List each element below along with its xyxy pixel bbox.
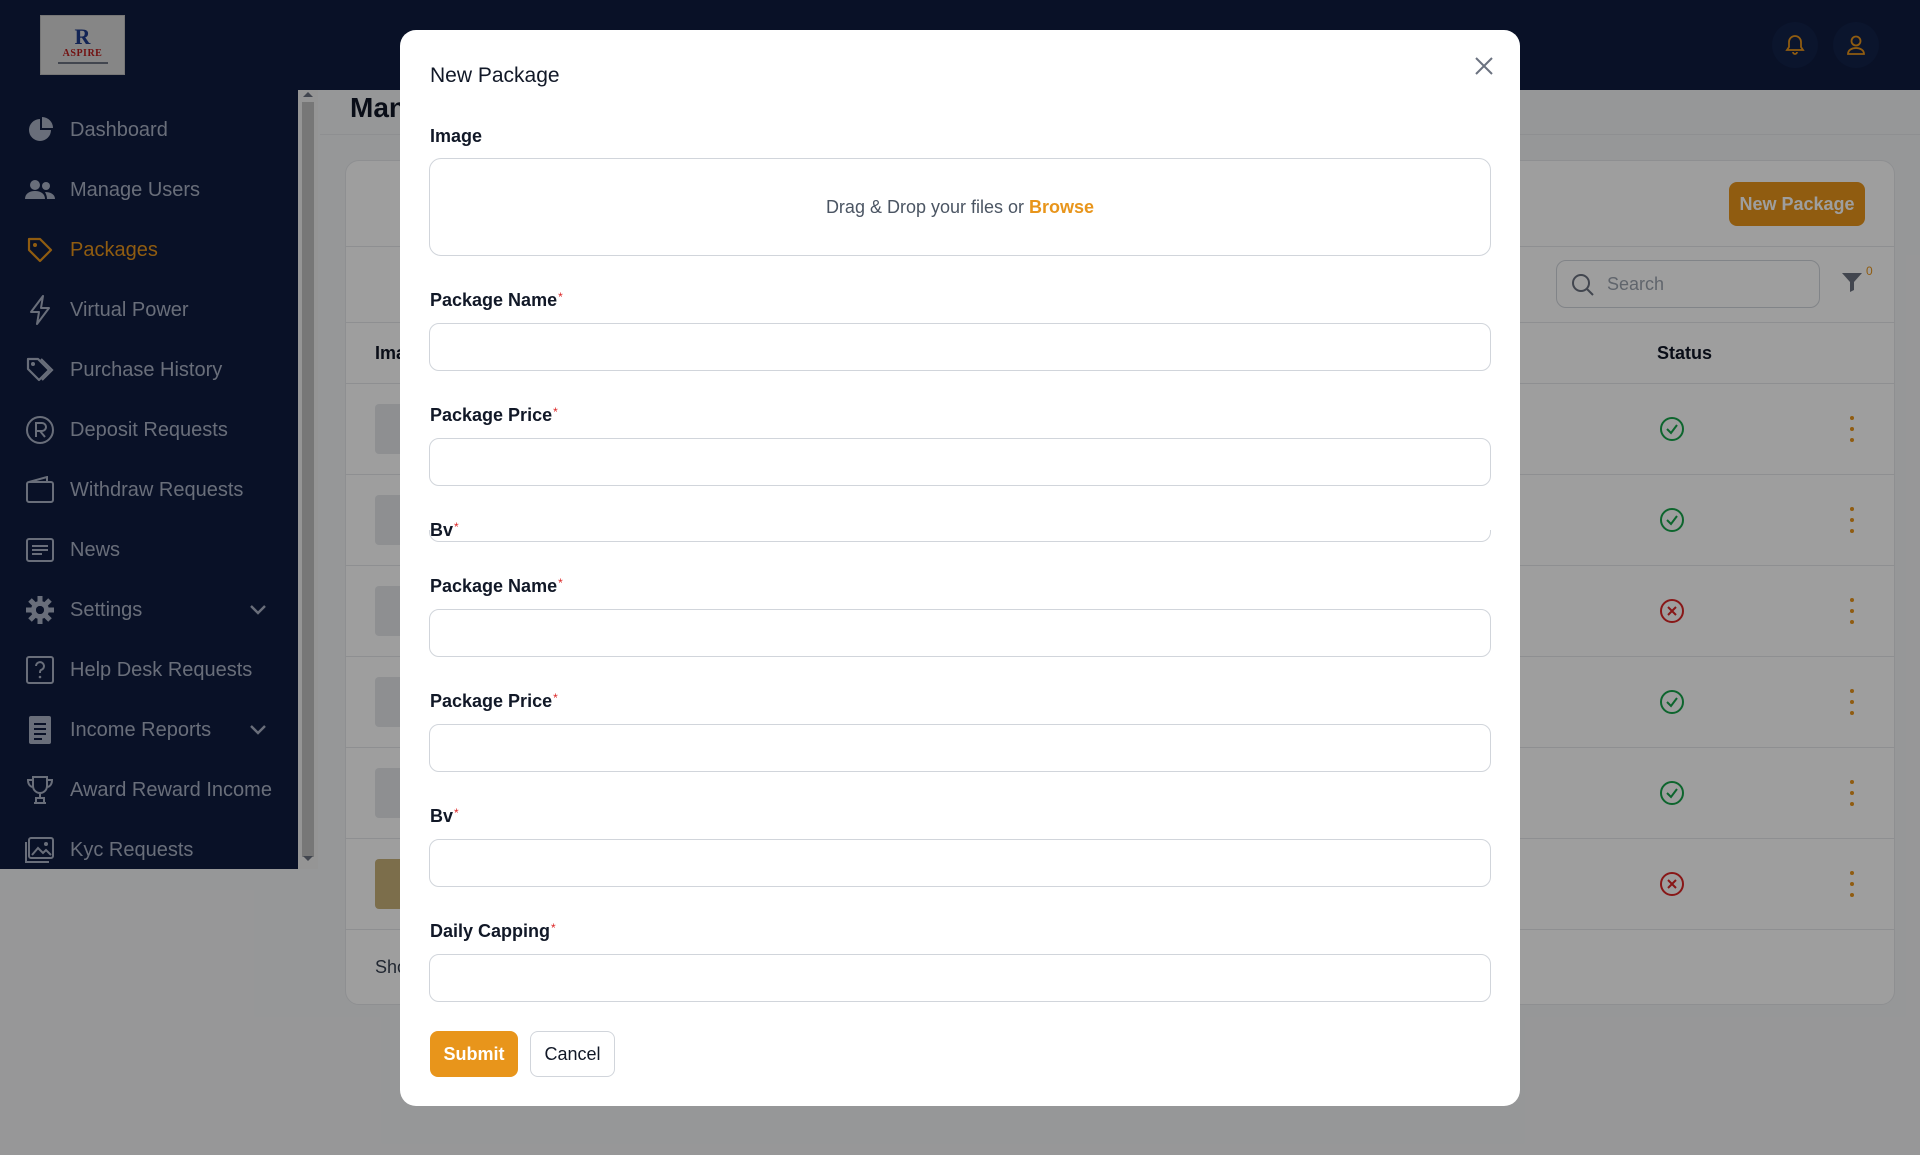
field-label-text: Package Name [430,290,558,310]
new-package-modal: New Package Image Drag & Drop your files… [400,30,1520,1106]
package-price-input[interactable] [429,438,1491,486]
required-mark: * [551,921,556,935]
package-price-label: Package Price* [430,405,558,426]
dropzone-text: Drag & Drop your files or [825,196,1025,217]
modal-title: New Package [430,64,560,87]
image-dropzone[interactable]: Drag & Drop your files or Browse [429,158,1491,256]
cancel-button[interactable]: Cancel [530,1031,615,1077]
daily-capping-input[interactable] [429,954,1491,1002]
bv-label: Bv* [430,806,459,827]
required-mark: * [553,691,558,705]
bv-input-partial[interactable] [429,530,1491,542]
package-name-input[interactable] [429,609,1491,657]
field-label-text: Bv [430,806,454,826]
package-price-input[interactable] [429,724,1491,772]
field-label-text: Package Price [430,405,553,425]
bv-input[interactable] [429,839,1491,887]
required-mark: * [454,806,459,820]
daily-capping-label: Daily Capping* [430,921,556,942]
package-price-label: Package Price* [430,691,558,712]
browse-link[interactable]: Browse [1029,197,1094,218]
field-label-text: Daily Capping [430,921,551,941]
field-label-text: Package Price [430,691,553,711]
required-mark: * [558,290,563,304]
field-label-text: Package Name [430,576,558,596]
package-name-input[interactable] [429,323,1491,371]
package-name-label: Package Name* [430,290,563,311]
close-icon[interactable] [1470,52,1498,80]
required-mark: * [553,405,558,419]
required-mark: * [558,576,563,590]
image-label: Image [430,126,483,146]
package-name-label: Package Name* [430,576,563,597]
submit-button[interactable]: Submit [430,1031,518,1077]
